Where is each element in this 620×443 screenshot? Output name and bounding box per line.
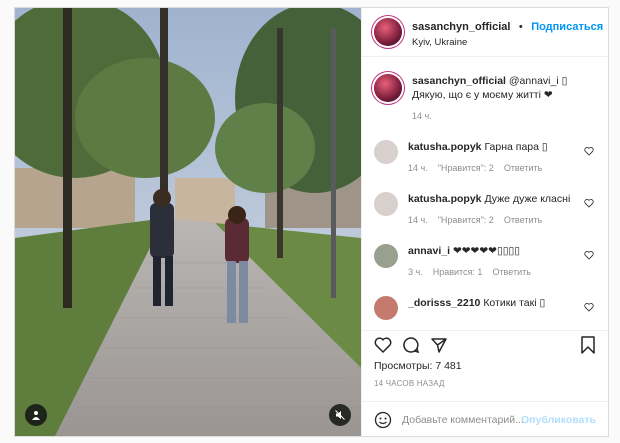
comment-time[interactable]: 14 ч. (408, 163, 428, 173)
comment-username[interactable]: _dorisss_2210 (408, 297, 480, 309)
post-sidebar: sasanchyn_official • Подписаться Kyiv, U… (361, 8, 608, 436)
comment-item: katusha.popyk Гарна пара ▯ 14 ч. "Нравитс… (362, 140, 608, 192)
reply-button[interactable]: Ответить (492, 267, 530, 277)
comment-text: Гарна пара ▯ (484, 141, 548, 153)
heart-icon[interactable] (584, 198, 594, 208)
add-comment-bar: Добавьте комментарий... Опубликовать (362, 401, 608, 437)
heart-icon[interactable] (584, 250, 594, 260)
share-icon[interactable] (430, 336, 448, 354)
commenter-avatar[interactable] (374, 140, 398, 164)
comments-list: sasanchyn_official @annavi_i ▯ Дякую, що… (362, 68, 608, 324)
video-frame (15, 8, 361, 436)
author-username[interactable]: sasanchyn_official (412, 21, 510, 33)
comment-item: katusha.popyk Дуже дуже класні 14 ч. "Нра… (362, 192, 608, 244)
comment-text: Дуже дуже класні (484, 193, 571, 205)
comment-likes[interactable]: Нравится: 1 (433, 267, 483, 277)
heart-icon[interactable] (584, 146, 594, 156)
comment-text: Котики такі ▯ (483, 297, 546, 309)
comment-likes[interactable]: "Нравится": 2 (438, 215, 494, 225)
location-link[interactable]: Kyiv, Ukraine (412, 37, 603, 48)
post-header: sasanchyn_official • Подписаться Kyiv, U… (362, 8, 608, 57)
author-avatar[interactable] (374, 18, 402, 46)
comment-item: annavi_i ❤❤❤❤❤▯▯▯▯ 3 ч. Нравится: 1 Ответи… (362, 244, 608, 296)
comment-input[interactable]: Добавьте комментарий... (402, 414, 524, 426)
reply-button[interactable]: Ответить (504, 163, 542, 173)
publish-button[interactable]: Опубликовать (521, 414, 596, 426)
comment-username[interactable]: annavi_i (408, 245, 450, 257)
commenter-avatar[interactable] (374, 296, 398, 320)
post-card: sasanchyn_official • Подписаться Kyiv, U… (14, 7, 609, 437)
heart-icon[interactable] (374, 336, 392, 354)
comment-username[interactable]: katusha.popyk (408, 141, 482, 153)
comment-likes[interactable]: "Нравится": 2 (438, 163, 494, 173)
reply-button[interactable]: Ответить (504, 215, 542, 225)
commenter-avatar[interactable] (374, 192, 398, 216)
action-bar (362, 330, 608, 359)
caption-username[interactable]: sasanchyn_official (412, 75, 506, 87)
emoji-icon[interactable] (374, 411, 392, 429)
commenter-avatar[interactable] (374, 244, 398, 268)
comment-username[interactable]: katusha.popyk (408, 193, 482, 205)
heart-icon[interactable] (584, 302, 594, 312)
mute-icon[interactable] (329, 404, 351, 426)
caption: sasanchyn_official @annavi_i ▯ Дякую, що… (362, 68, 608, 136)
post-video[interactable] (15, 8, 361, 436)
user-tag-icon[interactable] (25, 404, 47, 426)
comment-time[interactable]: 14 ч. (408, 215, 428, 225)
comment-time[interactable]: 3 ч. (408, 267, 423, 277)
bookmark-icon[interactable] (580, 336, 596, 354)
comment-text: ❤❤❤❤❤▯▯▯▯ (452, 245, 521, 257)
comment-item: _dorisss_2210 Котики такі ▯ (362, 296, 608, 324)
caption-avatar[interactable] (374, 74, 402, 102)
follow-button[interactable]: Подписаться (531, 21, 603, 33)
comment-icon[interactable] (402, 336, 420, 354)
header-separator: • (518, 20, 523, 33)
views-count[interactable]: Просмотры: 7 481 (374, 360, 462, 372)
posted-time[interactable]: 14 ЧАСОВ НАЗАД (374, 379, 445, 388)
caption-time[interactable]: 14 ч. (412, 111, 432, 121)
